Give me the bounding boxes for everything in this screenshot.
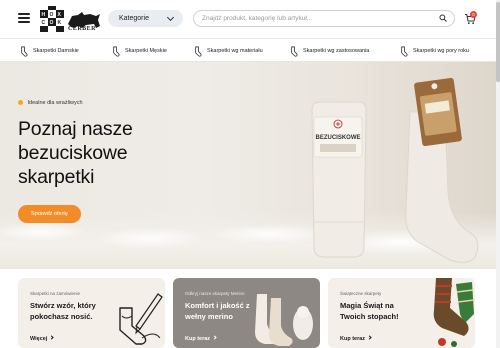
sock-pencil-illustration (119, 293, 163, 345)
card-kicker: Skarpetki na zamówienie (30, 291, 81, 296)
card-link-label: Kup teraz (185, 336, 211, 342)
svg-text:K: K (58, 20, 62, 26)
hero-title-line: Poznaj nasze (18, 118, 133, 140)
card-link[interactable]: Kup teraz (340, 335, 372, 342)
search-input[interactable]: Znajdź produkt, kategorię lub artykuł... (193, 10, 455, 27)
sock-icon (21, 46, 28, 57)
label-text: BEZUCISKOWE (316, 135, 361, 141)
promo-card-custom[interactable]: Skarpetki na zamówienie Stwórz wzór, któ… (18, 278, 165, 348)
chevron-right-icon (212, 335, 217, 340)
nav-item-label: Skarpetki wg zastosowania (303, 48, 370, 54)
svg-text:H: H (42, 12, 46, 18)
hero-socks-image: BEZUCISKOWE (311, 77, 479, 263)
search-placeholder: Znajdź produkt, kategorię lub artykuł... (202, 15, 313, 22)
christmas-socks-image (422, 278, 475, 348)
hero-title-line: skarpetki (18, 166, 95, 188)
logo-text: CERBER (68, 26, 97, 32)
category-nav: Skarpetki Damskie Skarpetki Męskie Skarp… (0, 38, 500, 62)
nav-item-label: Skarpetki wg pory roku (413, 48, 469, 54)
promo-card-merino[interactable]: Odkryj nasze skarpety Merino Komfort i j… (173, 278, 320, 348)
card-link-label: Więcej (30, 336, 48, 342)
card-link-label: Kup teraz (340, 336, 366, 342)
hero-banner: BEZUCISKOWE Idealne dla wrażliwych Pozna… (0, 62, 500, 269)
nav-item-label: Skarpetki Męskie (125, 48, 167, 54)
chevron-right-icon (49, 335, 55, 340)
cta-button[interactable]: Sprawdź ofertę (18, 205, 81, 223)
scrollbar[interactable] (496, 0, 500, 348)
card-kicker: Odkryj nasze skarpety Merino (185, 291, 245, 296)
nav-item-label: Skarpetki wg materiału (207, 48, 263, 54)
card-title: Magia Świąt na Twoich stopach! (340, 301, 399, 321)
sock-icon (195, 46, 202, 57)
card-link[interactable]: Więcej (30, 335, 55, 342)
sock-icon (401, 46, 408, 57)
categories-label: Kategorie (119, 15, 149, 22)
bullet-dot-icon (18, 100, 23, 105)
search-icon[interactable] (439, 14, 447, 22)
hero-tagline: Idealne dla wrażliwych (18, 100, 83, 106)
card-link[interactable]: Kup teraz (185, 335, 217, 342)
merino-socks-image (255, 294, 313, 346)
card-title: Stwórz wzór, który pokochasz nosić. (30, 301, 96, 321)
sock-icon (291, 46, 298, 57)
categories-button[interactable]: Kategorie (108, 10, 183, 27)
card-kicker: Świąteczne skarpety (340, 291, 382, 296)
site-header: HXO OCK CERBER Kategorie Znajdź produkt,… (0, 0, 500, 38)
svg-text:O: O (50, 20, 54, 26)
promo-card-christmas[interactable]: Świąteczne skarpety Magia Świąt na Twoic… (328, 278, 475, 348)
hero-tagline-text: Idealne dla wrażliwych (27, 100, 83, 106)
chevron-down-icon (166, 13, 175, 22)
sock-icon (113, 46, 120, 57)
menu-icon[interactable] (18, 13, 30, 23)
hero-title-line: bezuciskowe (18, 142, 128, 164)
cart-count-badge: 0 (470, 11, 477, 18)
svg-text:C: C (42, 20, 46, 26)
chevron-right-icon (367, 335, 372, 340)
nav-item-label: Skarpetki Damskie (33, 48, 79, 54)
svg-text:O: O (50, 12, 54, 18)
card-title: Komfort i jakość z wełny merino (185, 301, 250, 321)
hero-title: Poznaj nasze bezuciskowe skarpetki (18, 117, 178, 189)
scrollbar-thumb[interactable] (496, 2, 500, 82)
